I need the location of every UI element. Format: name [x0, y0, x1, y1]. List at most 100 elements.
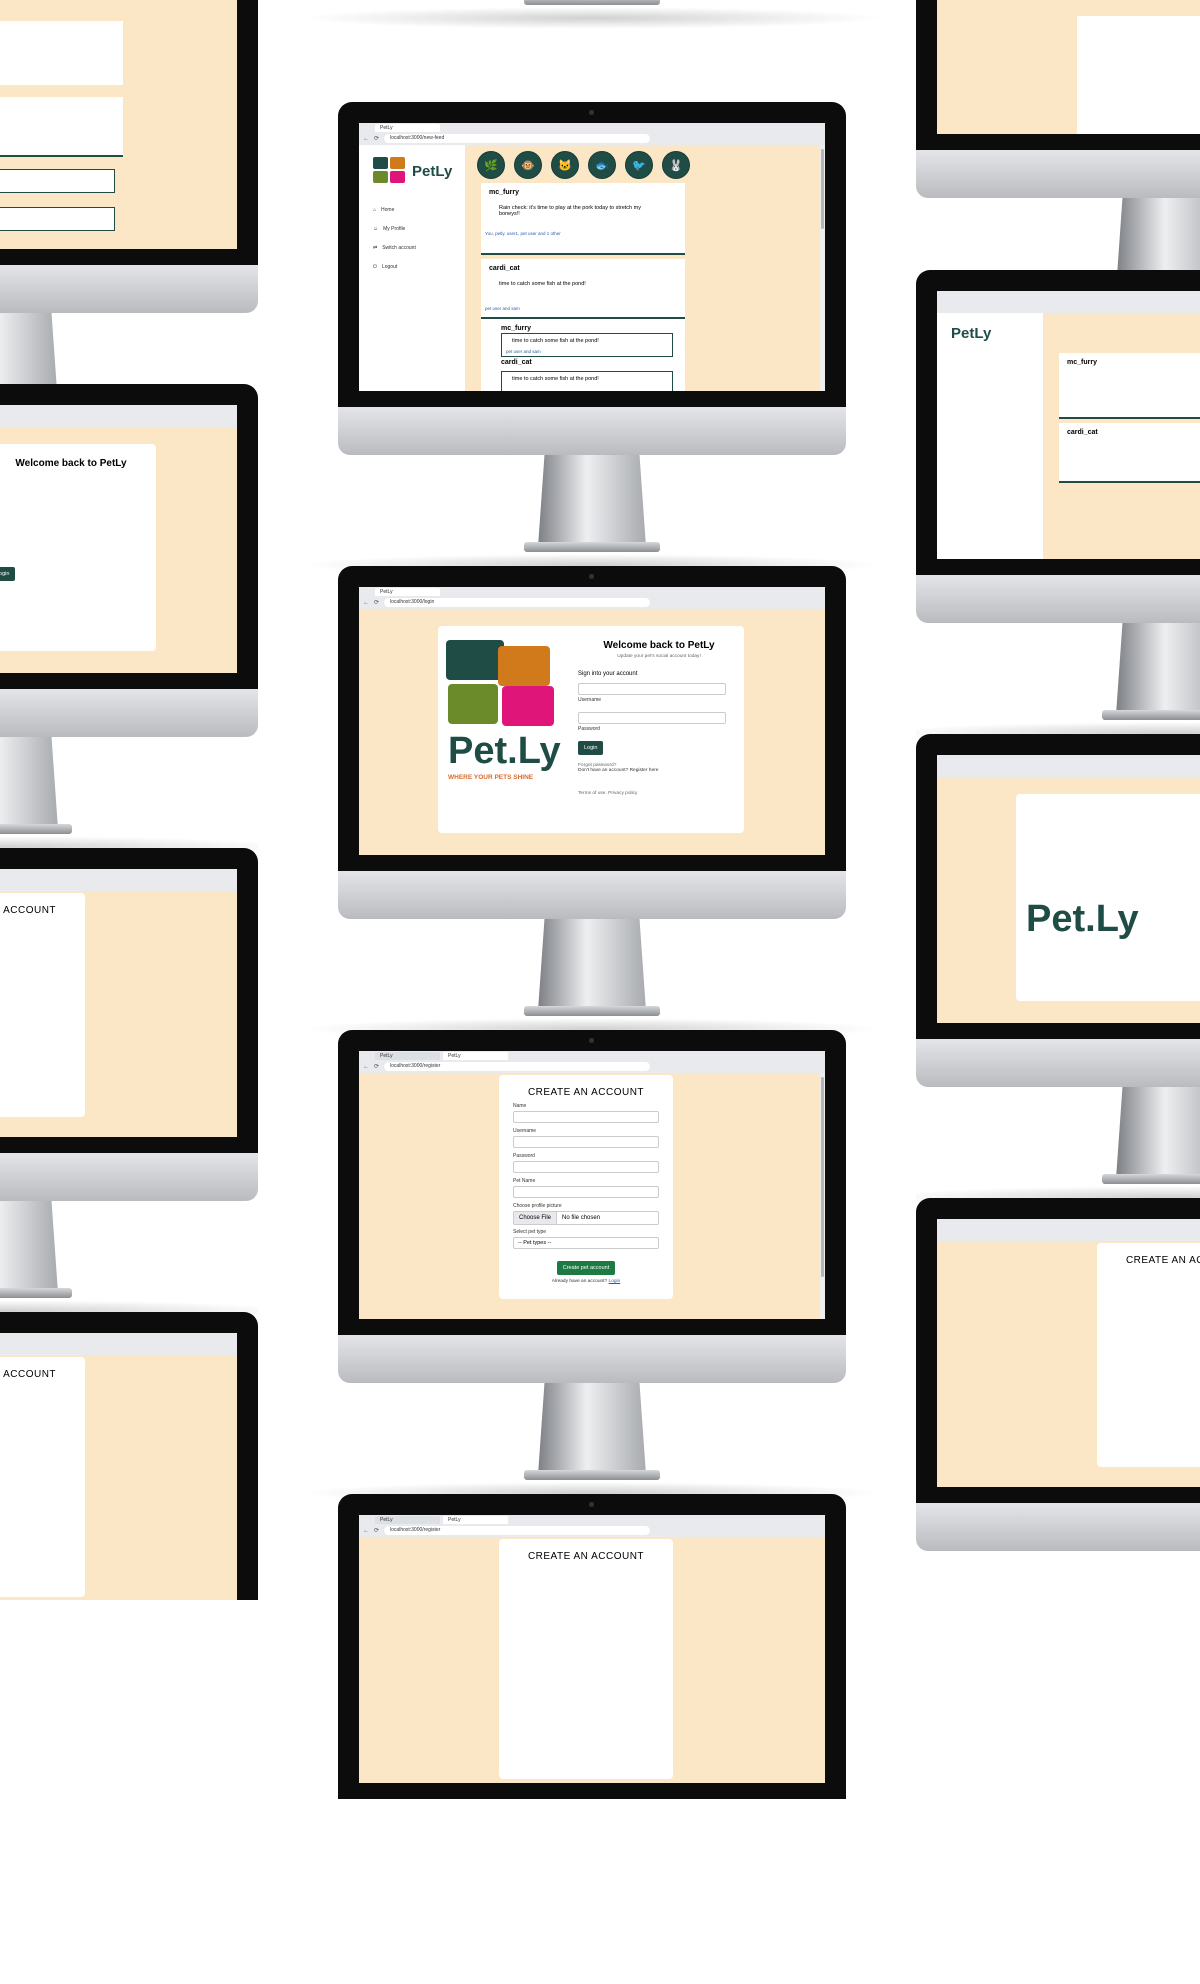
- imac-register-right: CREATE AN ACCOUNT: [916, 1198, 1200, 1600]
- file-status: No file chosen: [562, 1215, 601, 1221]
- pet-avatar-icon[interactable]: 🐦: [625, 151, 653, 179]
- post-likes[interactable]: You, petly. user1, pet user and 1 other: [485, 231, 561, 236]
- pet-avatar-icon[interactable]: 🐵: [514, 151, 542, 179]
- pet-avatar-icon[interactable]: 🐱: [551, 151, 579, 179]
- pet-avatar-icon[interactable]: 🐰: [662, 151, 690, 179]
- post-text: Rain check: it's time to play at the por…: [499, 205, 641, 217]
- imac-login-right: Pet.Ly: [916, 734, 1200, 1378]
- imac-login-left: Welcome back to PetLy Login: [0, 384, 258, 1028]
- browser-tab[interactable]: PetLy: [375, 1052, 440, 1060]
- back-icon[interactable]: ←: [363, 600, 369, 606]
- url-bar[interactable]: localhost:3000/register: [384, 1062, 651, 1071]
- login-title: Welcome back to PetLy: [15, 458, 127, 469]
- register-link[interactable]: Don't have an account? Register here: [578, 768, 740, 773]
- reload-icon[interactable]: ⟳: [374, 1527, 379, 1534]
- sidebar-item-profile[interactable]: ☺ My Profile: [373, 226, 416, 245]
- post-username[interactable]: mc_furry: [489, 189, 519, 196]
- scrollbar[interactable]: [820, 145, 825, 391]
- post-username[interactable]: cardi_cat: [1067, 429, 1098, 436]
- username-input[interactable]: [578, 683, 726, 695]
- feed-screen: PetLy ← ⟳ localhost:3000/new-feed PetLy ⌂ H…: [359, 123, 825, 391]
- logout-icon: ⏻: [373, 264, 377, 270]
- register-title: CREATE AN ACCOUNT: [527, 1551, 645, 1562]
- sidebar: PetLy ⌂ Home ☺ My Profile ⇄ Switch account …: [359, 145, 465, 391]
- register-screen: PetLy PetLy ← ⟳ localhost:3000/register CRE…: [359, 1051, 825, 1319]
- browser-tab[interactable]: PetLy: [443, 1052, 508, 1060]
- url-bar[interactable]: localhost:3000/new-feed: [384, 134, 651, 143]
- post-username[interactable]: cardi_cat: [489, 265, 520, 272]
- imac-register-partial: PetLy PetLy ← ⟳ localhost:3000/register CRE…: [338, 1494, 846, 1984]
- login-button[interactable]: Login: [578, 741, 604, 755]
- logo-wordmark: Pet.Ly: [1026, 898, 1139, 940]
- brand-name: PetLy: [412, 162, 453, 180]
- browser-tab[interactable]: PetLy: [375, 1516, 440, 1524]
- logo-tagline: WHERE YOUR PETS SHINE: [448, 774, 534, 781]
- profile-picture-input[interactable]: Choose File No file chosen: [513, 1211, 659, 1225]
- post-card: mc_furry Rain check: it's time to play a…: [481, 183, 685, 255]
- browser-chrome: PetLy ← ⟳ localhost:3000/new-feed: [359, 123, 825, 145]
- sidebar-item-label: Logout: [381, 264, 398, 270]
- sidebar-item-logout[interactable]: ⏻ Logout: [373, 264, 416, 283]
- back-icon[interactable]: ←: [363, 1528, 369, 1534]
- back-icon[interactable]: ←: [363, 1064, 369, 1070]
- name-input[interactable]: [513, 1111, 659, 1123]
- sidebar-item-switch[interactable]: ⇄ Switch account: [373, 245, 416, 264]
- imac-feed-left: [0, 0, 258, 604]
- login-button[interactable]: Login: [0, 567, 16, 581]
- imac-feed-right: PetLy mc_furry cardi_cat: [916, 270, 1200, 914]
- password-input[interactable]: [513, 1161, 659, 1173]
- petname-input[interactable]: [513, 1186, 659, 1198]
- shared-comment-box: time to catch some fish at the pond!: [501, 371, 673, 391]
- pettype-select[interactable]: -- Pet types --: [513, 1237, 659, 1249]
- post-username[interactable]: cardi_cat: [501, 359, 532, 366]
- pet-avatar-icon[interactable]: 🐟: [588, 151, 616, 179]
- login-link[interactable]: Login: [609, 1279, 621, 1284]
- password-label: Password: [513, 1153, 535, 1159]
- already-text: Already have an account?: [551, 1279, 608, 1284]
- pet-avatar-icon[interactable]: 🌿: [477, 151, 505, 179]
- register-card: CREATE AN ACCOUNT: [499, 1539, 673, 1779]
- imac-register-left-2: CREATE AN ACCOUNT: [0, 1312, 258, 1600]
- register-title: CREATE AN ACCOUNT: [1125, 1255, 1200, 1266]
- username-input[interactable]: [513, 1136, 659, 1148]
- terms-link[interactable]: Terms of use. Privacy policy: [578, 791, 740, 796]
- browser-tab[interactable]: PetLy: [443, 1516, 508, 1524]
- back-icon[interactable]: ←: [363, 136, 369, 142]
- shared-comment-box: time to catch some fish at the pond! pet…: [501, 333, 673, 357]
- sidebar-item-home[interactable]: ⌂ Home: [373, 207, 416, 226]
- password-input[interactable]: [578, 712, 726, 724]
- choose-file-button[interactable]: Choose File: [514, 1212, 558, 1224]
- scrollbar[interactable]: [820, 1073, 825, 1319]
- browser-tab[interactable]: PetLy: [375, 124, 440, 132]
- login-card: Pet.Ly WHERE YOUR PETS SHINE Welcome bac…: [438, 626, 744, 833]
- reload-icon[interactable]: ⟳: [374, 599, 379, 606]
- right-column: PetLy mc_furry cardi_cat Pet.Ly CREATE A…: [916, 0, 1200, 1600]
- imac-top-partial: [298, 0, 886, 45]
- reload-icon[interactable]: ⟳: [374, 135, 379, 142]
- post-text: time to catch some fish at the pond!: [499, 281, 586, 287]
- post-card: cardi_cat time to catch some fish at the…: [481, 259, 685, 319]
- logo-collage-icon: [446, 640, 558, 732]
- url-bar[interactable]: localhost:3000/login: [384, 598, 651, 607]
- register-title: CREATE AN ACCOUNT: [527, 1087, 645, 1098]
- reload-icon[interactable]: ⟳: [374, 1063, 379, 1070]
- brand-logo[interactable]: PetLy: [373, 157, 452, 185]
- username-label: Username: [578, 697, 602, 703]
- create-account-button[interactable]: Create pet account: [556, 1261, 616, 1275]
- user-icon: ☺: [373, 226, 379, 232]
- shared-post-card: mc_furry time to catch some fish at the …: [481, 319, 685, 391]
- logo-collage-icon: [373, 157, 409, 185]
- post-likes[interactable]: pet user and sam: [485, 306, 520, 311]
- left-column: Welcome back to PetLy Login CREATE AN AC…: [0, 0, 258, 1600]
- url-bar[interactable]: localhost:3000/register: [384, 1526, 651, 1535]
- register-title: CREATE AN ACCOUNT: [0, 905, 57, 916]
- post-likes[interactable]: pet user and sam: [506, 349, 541, 354]
- login-screen: PetLy ← ⟳ localhost:3000/login Pet.Ly WHER…: [359, 587, 825, 855]
- login-subtitle: Update your pet's social account today!: [617, 654, 701, 659]
- post-username[interactable]: mc_furry: [1067, 359, 1097, 366]
- signin-heading: Sign into your account: [578, 671, 638, 677]
- register-title: CREATE AN ACCOUNT: [0, 1369, 57, 1380]
- register-card: CREATE AN ACCOUNT Name Username Password…: [499, 1075, 673, 1299]
- browser-tab[interactable]: PetLy: [375, 588, 440, 596]
- post-username[interactable]: mc_furry: [501, 325, 531, 332]
